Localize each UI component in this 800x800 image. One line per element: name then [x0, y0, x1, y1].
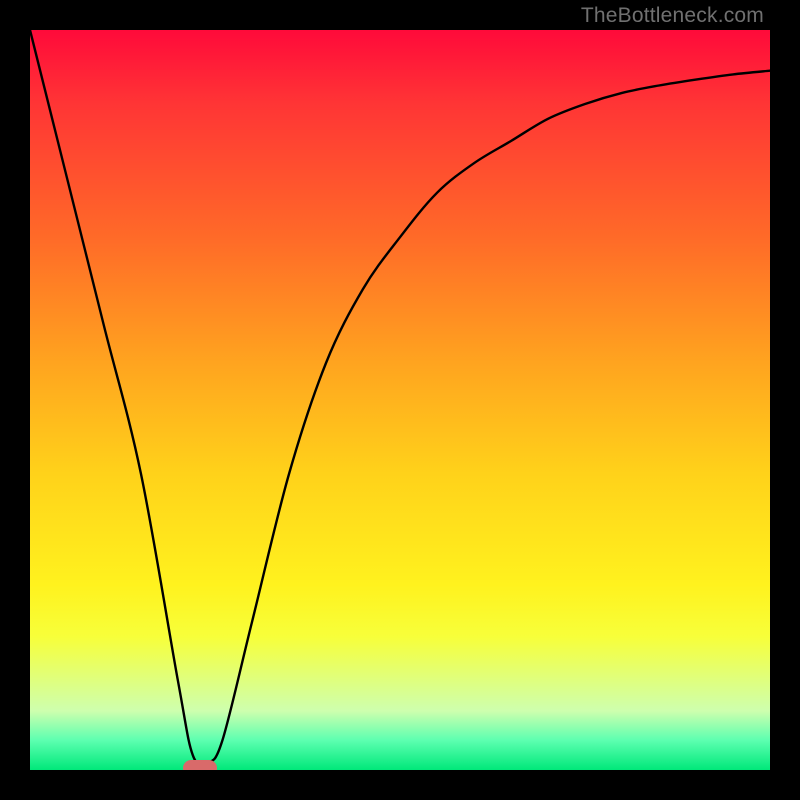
plot-area — [30, 30, 770, 770]
watermark-text: TheBottleneck.com — [581, 4, 764, 28]
curve-svg — [30, 30, 770, 770]
min-marker — [183, 760, 217, 770]
curve-path — [30, 30, 770, 765]
